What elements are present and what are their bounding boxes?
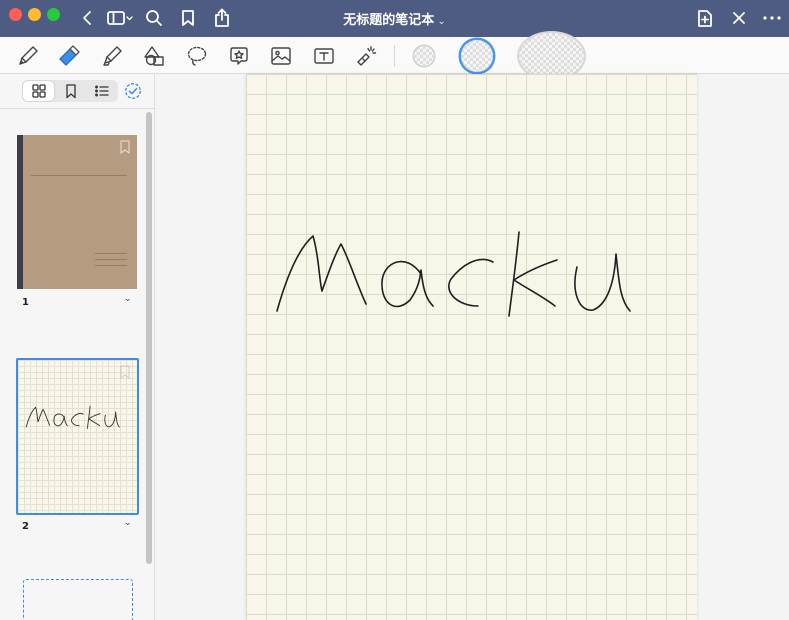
cover-line: [95, 259, 127, 260]
sticker-tool-button[interactable]: [226, 43, 252, 69]
cover-spine: [17, 135, 23, 289]
back-icon[interactable]: [78, 8, 96, 28]
document-title-text[interactable]: 无标题的笔记本: [343, 13, 434, 28]
page-thumbnail-1[interactable]: [17, 135, 137, 289]
text-box-icon: [314, 48, 334, 64]
pen-icon: [19, 46, 38, 65]
page-1-chevron-down-icon[interactable]: ⌄: [124, 294, 132, 304]
sidebar-divider: [0, 108, 154, 109]
eraser-icon: [59, 45, 80, 66]
close-document-icon[interactable]: [729, 8, 749, 28]
highlighter-tool-button[interactable]: [99, 43, 125, 69]
app-window: 无标题的笔记本 ⌄ 1 ⌄ 2 ⌄: [0, 0, 789, 620]
page-sidebar: 1 ⌄ 2 ⌄: [0, 74, 155, 620]
check-circle-icon: [125, 83, 141, 99]
page-number-1: 1: [22, 297, 29, 308]
laser-pointer-tool-button[interactable]: [353, 43, 379, 69]
shapes-tool-button[interactable]: [141, 43, 167, 69]
toolbar-divider: [394, 45, 395, 67]
search-icon[interactable]: [144, 8, 164, 28]
cover-line: [95, 253, 127, 254]
bookmark-icon: [66, 84, 76, 99]
pen-tool-button[interactable]: [15, 43, 41, 69]
laser-pointer-icon: [357, 46, 377, 66]
stroke-size-small[interactable]: [414, 46, 434, 66]
title-chevron-down-icon[interactable]: ⌄: [437, 16, 445, 27]
thumbnail-bookmark-icon[interactable]: [119, 139, 131, 154]
lasso-icon: [187, 46, 207, 66]
canvas-area: macku: [155, 74, 789, 620]
tab-bookmarks[interactable]: [55, 80, 86, 102]
sidebar-tab-switcher: [22, 80, 118, 102]
page-2-chevron-down-icon[interactable]: ⌄: [124, 518, 132, 528]
share-icon[interactable]: [211, 8, 233, 28]
drawing-toolbar: [0, 33, 789, 79]
page-number-2: 2: [22, 521, 29, 532]
sidebar-toggle-icon[interactable]: [106, 8, 134, 28]
tab-thumbnails[interactable]: [23, 81, 55, 101]
list-icon: [95, 85, 109, 97]
close-window-button[interactable]: [9, 8, 22, 21]
eraser-tool-button[interactable]: [57, 43, 83, 69]
stroke-size-large[interactable]: [519, 33, 584, 79]
text-tool-button[interactable]: [311, 43, 337, 69]
grid-icon: [32, 84, 46, 98]
thumbnail-handwriting: [25, 405, 120, 429]
add-page-icon[interactable]: [695, 8, 715, 28]
page-thumbnail-2[interactable]: [16, 358, 139, 515]
stroke-size-medium-selected[interactable]: [461, 40, 493, 72]
add-page-placeholder[interactable]: [23, 579, 133, 620]
handwriting-strokes[interactable]: [246, 74, 697, 620]
bookmark-page-icon[interactable]: [178, 8, 198, 28]
notebook-page[interactable]: macku: [246, 74, 697, 620]
title-bar: 无标题的笔记本 ⌄: [0, 0, 789, 37]
shapes-icon: [144, 46, 164, 66]
lasso-tool-button[interactable]: [184, 43, 210, 69]
sticker-icon: [230, 47, 248, 65]
tab-outline[interactable]: [87, 80, 118, 102]
more-options-icon[interactable]: [761, 8, 783, 28]
image-icon: [271, 47, 291, 65]
cover-line: [95, 265, 127, 266]
highlighter-icon: [103, 46, 122, 66]
minimize-window-button[interactable]: [28, 8, 41, 21]
sidebar-scrollbar-thumb[interactable]: [146, 112, 152, 564]
maximize-window-button[interactable]: [47, 8, 60, 21]
cover-line: [31, 175, 127, 176]
image-tool-button[interactable]: [268, 43, 294, 69]
select-pages-button[interactable]: [124, 82, 142, 100]
